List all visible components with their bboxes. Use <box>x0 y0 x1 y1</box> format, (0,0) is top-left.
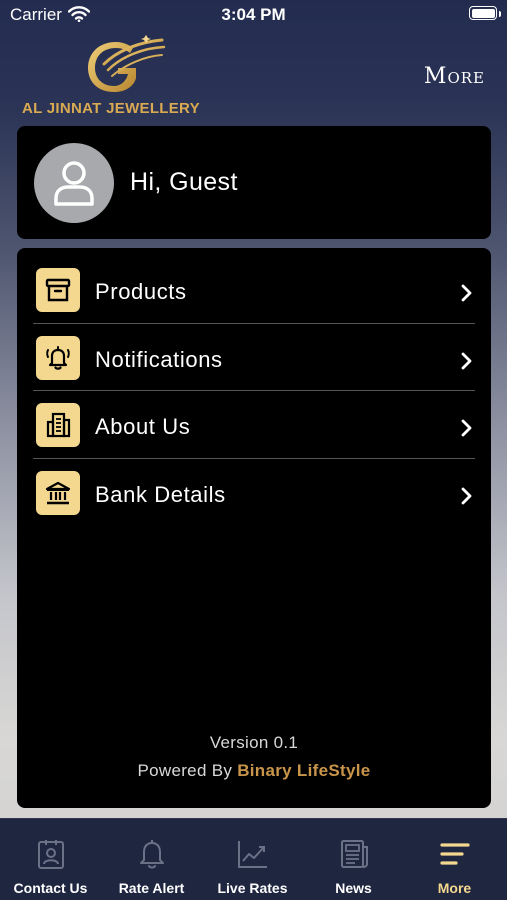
archive-box-icon <box>36 268 80 312</box>
menu-item-notifications[interactable]: Notifications <box>33 324 475 391</box>
bell-icon <box>139 840 164 869</box>
clock: 3:04 PM <box>221 5 286 24</box>
status-bar: Carrier 3:04 PM <box>0 0 507 30</box>
greeting-text: Hi, Guest <box>130 168 238 196</box>
tab-label: News <box>335 880 372 896</box>
bell-ringing-icon <box>36 336 80 380</box>
user-icon <box>54 161 94 206</box>
menu-item-label: Bank Details <box>95 482 226 507</box>
tab-news[interactable]: News <box>303 819 404 900</box>
powered-by-text: Powered By Binary LifeStyle <box>17 761 491 781</box>
chevron-right-icon <box>461 284 472 302</box>
tab-rate-alert[interactable]: Rate Alert <box>101 819 202 900</box>
developer-brand-link[interactable]: Binary LifeStyle <box>237 761 370 780</box>
avatar[interactable] <box>34 143 114 223</box>
tab-label: Rate Alert <box>118 880 185 896</box>
tab-live-rates[interactable]: Live Rates <box>202 819 303 900</box>
contact-card-icon <box>37 840 64 869</box>
menu-card: Products Notifications About Us Bank Det… <box>17 248 491 808</box>
newspaper-icon <box>340 840 368 868</box>
menu-item-label: Notifications <box>95 347 223 372</box>
tab-label: Contact Us <box>13 880 88 896</box>
version-text: Version 0.1 <box>209 733 299 752</box>
powered-by-label: Powered By <box>137 761 233 780</box>
bank-icon <box>36 471 80 515</box>
profile-card[interactable]: Hi, Guest <box>17 126 491 239</box>
logo-mark-icon <box>88 35 166 92</box>
tab-contact-us[interactable]: Contact Us <box>0 819 101 900</box>
battery-icon <box>469 6 497 20</box>
trend-chart-icon <box>237 841 267 868</box>
menu-item-label: About Us <box>95 414 191 439</box>
menu-item-products[interactable]: Products <box>33 256 475 323</box>
chevron-right-icon <box>461 487 472 505</box>
brand-logo: AL JINNAT JEWELLERY <box>22 34 202 120</box>
tab-label: More <box>437 880 472 896</box>
page-title: More <box>423 64 485 89</box>
menu-item-bank-details[interactable]: Bank Details <box>33 459 475 526</box>
tab-more[interactable]: More <box>404 819 505 900</box>
tab-bar: Contact Us Rate Alert Live Rates News Mo… <box>0 818 507 900</box>
logo-text: AL JINNAT JEWELLERY <box>22 100 200 117</box>
building-icon <box>36 403 80 447</box>
chevron-right-icon <box>461 419 472 437</box>
menu-lines-icon <box>439 843 470 865</box>
menu-item-label: Products <box>95 279 187 304</box>
menu-item-about-us[interactable]: About Us <box>33 391 475 458</box>
chevron-right-icon <box>461 352 472 370</box>
tab-label: Live Rates <box>217 880 288 896</box>
